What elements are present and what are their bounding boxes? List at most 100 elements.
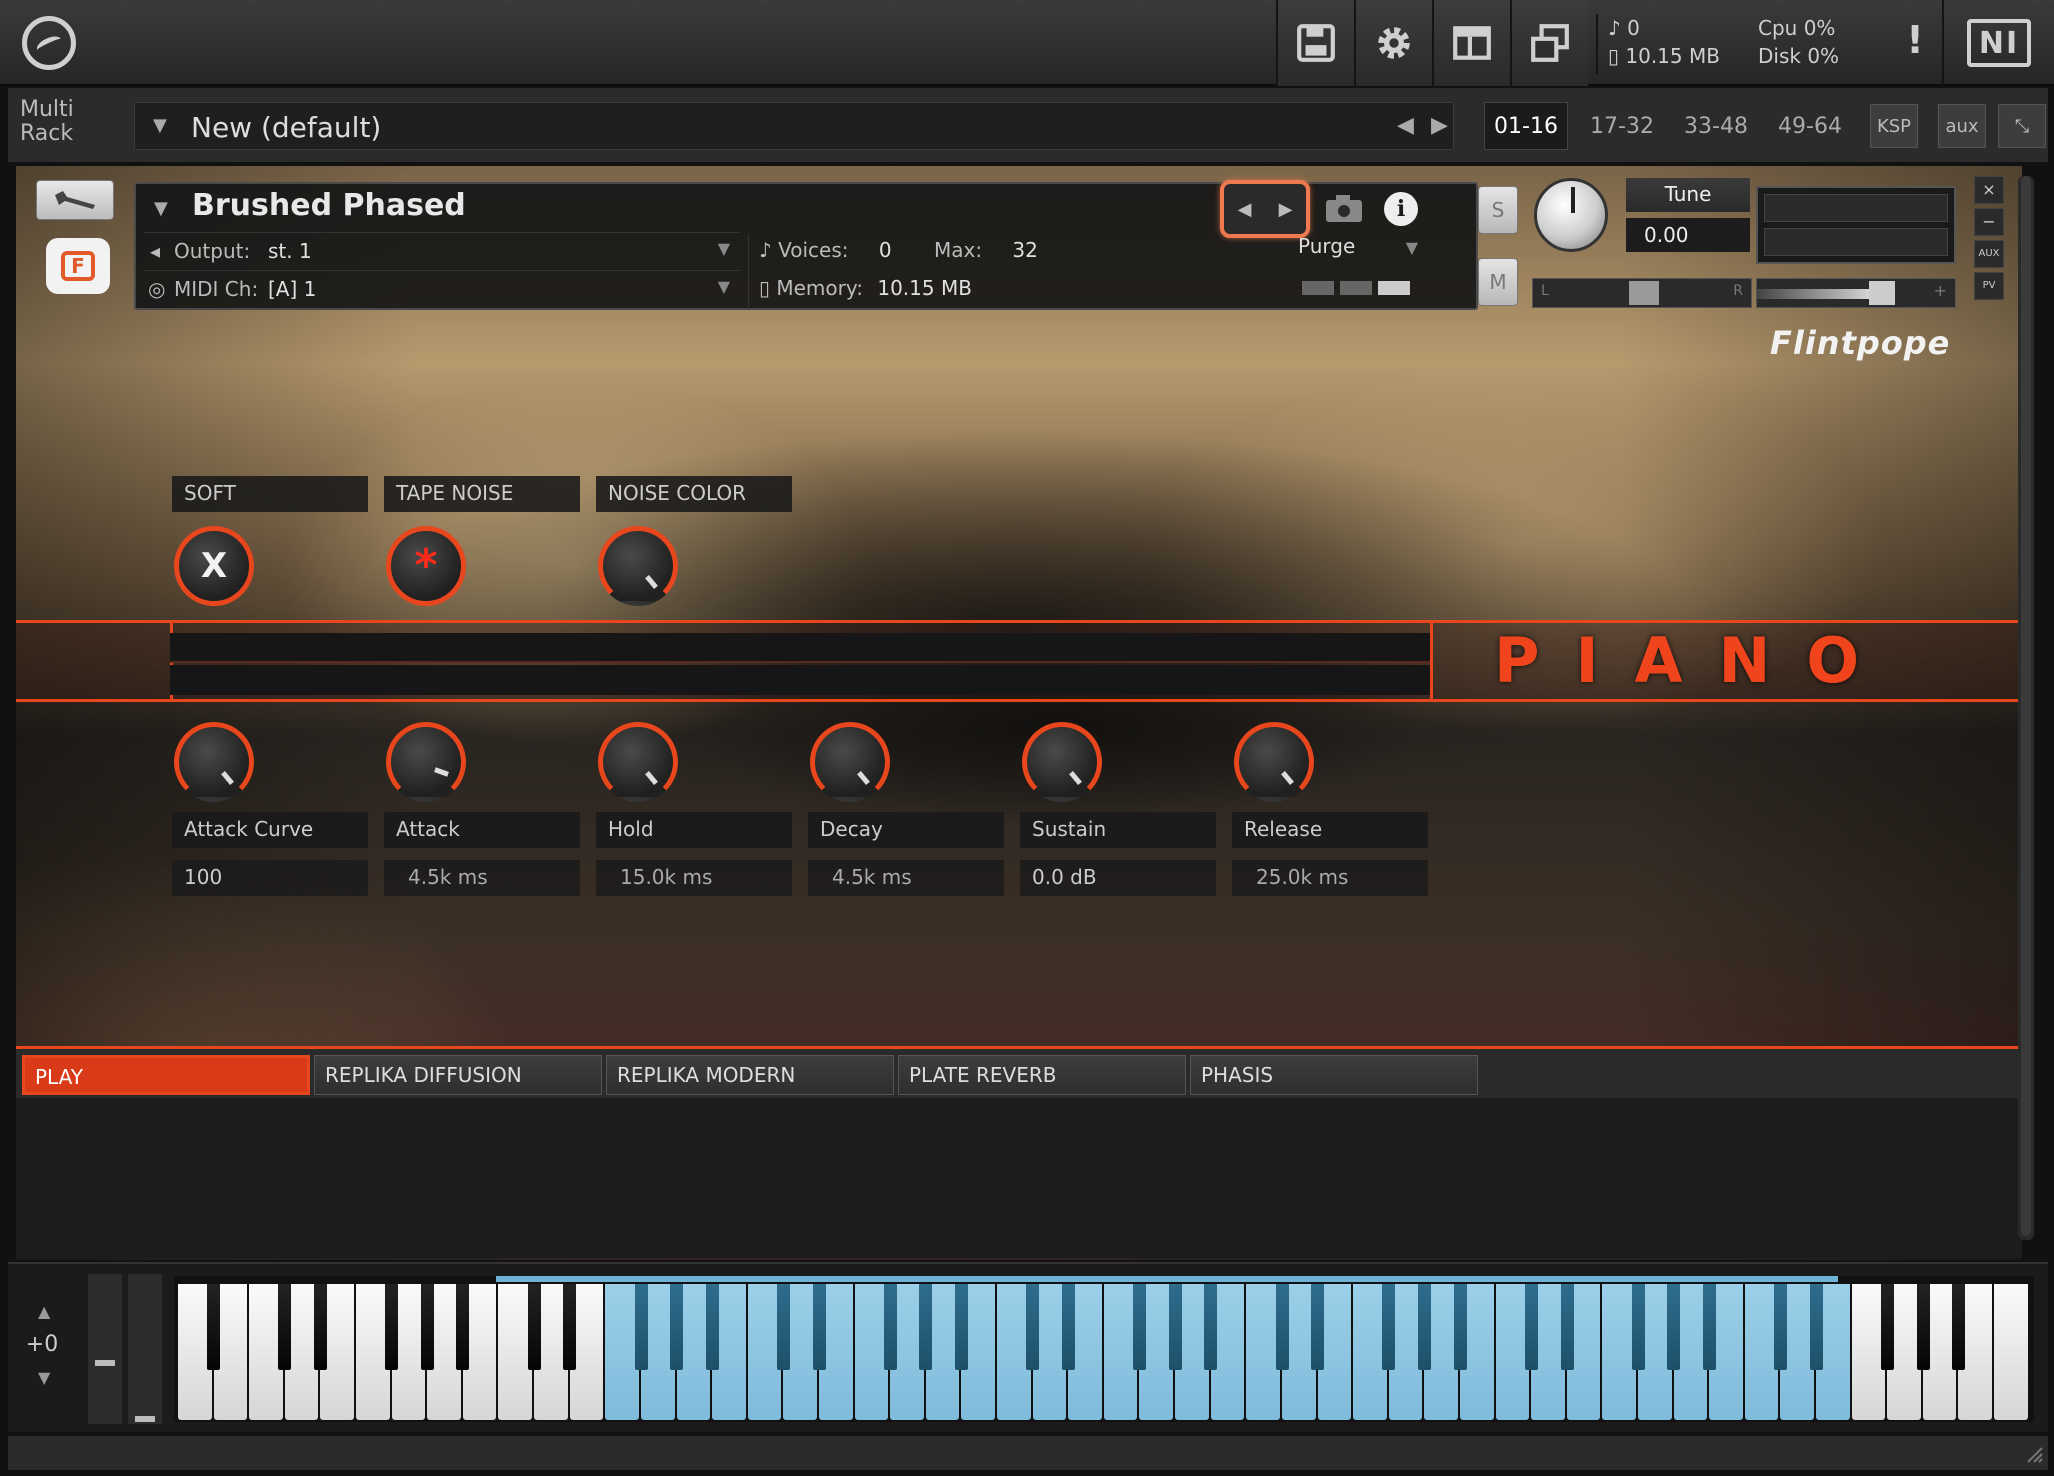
sustain-value[interactable]: 0.0 dB — [1020, 860, 1216, 896]
midi-channel-selector[interactable]: ◎ MIDI Ch: [A] 1 ▼ — [144, 270, 740, 306]
aux-sends-button[interactable]: AUX — [1974, 240, 2004, 268]
black-key[interactable] — [1026, 1284, 1040, 1370]
black-key[interactable] — [1204, 1284, 1218, 1370]
rack-scrollbar[interactable] — [2018, 176, 2034, 1240]
instrument-menu-arrow-icon[interactable]: ▼ — [154, 198, 168, 219]
white-key[interactable] — [1246, 1284, 1280, 1420]
purge-menu[interactable]: Purge ▼ — [1298, 234, 1426, 272]
black-key[interactable] — [919, 1284, 933, 1370]
black-key[interactable] — [1809, 1284, 1823, 1370]
octave-down-icon[interactable]: ▼ — [38, 1368, 50, 1387]
black-key[interactable] — [883, 1284, 897, 1370]
prev-preset-icon[interactable]: ◀ — [1397, 113, 1414, 138]
tape-noise-toggle[interactable]: * — [386, 526, 466, 606]
pan-slider[interactable]: L R — [1532, 278, 1752, 308]
black-key[interactable] — [1382, 1284, 1396, 1370]
warning-icon[interactable]: ! — [1900, 18, 1930, 68]
view-layout-button[interactable] — [1432, 0, 1510, 86]
instrument-nav-buttons[interactable]: ◀ ▶ — [1220, 180, 1310, 238]
black-key[interactable] — [456, 1284, 470, 1370]
black-key[interactable] — [1275, 1284, 1289, 1370]
volume-handle[interactable] — [1869, 281, 1895, 305]
mute-button[interactable]: M — [1478, 258, 1518, 306]
white-key[interactable] — [1994, 1284, 2028, 1420]
black-key[interactable] — [527, 1284, 541, 1370]
black-key[interactable] — [1881, 1284, 1895, 1370]
instrument-name[interactable]: Brushed Phased — [192, 188, 466, 223]
kontakt-logo-icon[interactable] — [22, 16, 76, 70]
black-key[interactable] — [670, 1284, 684, 1370]
page-17-32[interactable]: 17-32 — [1580, 102, 1664, 150]
decay-value[interactable]: 4.5k ms — [808, 860, 1004, 896]
collapse-icon[interactable]: ⤡ — [1998, 104, 2046, 148]
save-button[interactable] — [1276, 0, 1354, 86]
aux-button[interactable]: aux — [1938, 104, 1986, 148]
attack-curve-knob[interactable] — [174, 722, 254, 802]
tab-plate-reverb[interactable]: PLATE REVERB — [898, 1055, 1186, 1095]
black-key[interactable] — [1061, 1284, 1075, 1370]
sustain-knob[interactable] — [1022, 722, 1102, 802]
output-selector[interactable]: ◂ Output: st. 1 ▼ — [144, 232, 740, 268]
release-knob[interactable] — [1234, 722, 1314, 802]
options-button[interactable] — [1354, 0, 1432, 86]
black-key[interactable] — [634, 1284, 648, 1370]
black-key[interactable] — [812, 1284, 826, 1370]
attack-knob[interactable] — [386, 722, 466, 802]
black-key[interactable] — [1631, 1284, 1645, 1370]
black-key[interactable] — [705, 1284, 719, 1370]
tab-phasis[interactable]: PHASIS — [1190, 1055, 1478, 1095]
max-voices-value[interactable]: 32 — [1012, 238, 1037, 262]
black-key[interactable] — [563, 1284, 577, 1370]
attack-value[interactable]: 4.5k ms — [384, 860, 580, 896]
black-key[interactable] — [385, 1284, 399, 1370]
rack-mode[interactable]: Multi Rack — [20, 98, 74, 146]
white-key[interactable] — [1602, 1284, 1636, 1420]
page-49-64[interactable]: 49-64 — [1768, 102, 1852, 150]
page-33-48[interactable]: 33-48 — [1674, 102, 1758, 150]
release-value[interactable]: 25.0k ms — [1232, 860, 1428, 896]
black-key[interactable] — [1453, 1284, 1467, 1370]
info-icon[interactable]: i — [1384, 192, 1418, 226]
ni-button[interactable]: NI — [1942, 0, 2054, 86]
black-key[interactable] — [420, 1284, 434, 1370]
black-key[interactable] — [1168, 1284, 1182, 1370]
black-key[interactable] — [1667, 1284, 1681, 1370]
black-key[interactable] — [313, 1284, 327, 1370]
window-button[interactable] — [1510, 0, 1588, 86]
multi-preset-selector[interactable]: ▼ New (default) ◀ ▶ — [134, 102, 1454, 150]
solo-button[interactable]: S — [1478, 186, 1518, 234]
black-key[interactable] — [776, 1284, 790, 1370]
pitch-wheel[interactable] — [88, 1274, 122, 1424]
black-key[interactable] — [1524, 1284, 1538, 1370]
tune-value[interactable]: 0.00 — [1626, 218, 1750, 252]
black-key[interactable] — [1418, 1284, 1432, 1370]
noise-color-knob[interactable] — [598, 526, 678, 606]
pv-button[interactable]: PV — [1974, 272, 2004, 300]
mod-wheel[interactable] — [128, 1274, 162, 1424]
edit-instrument-button[interactable] — [36, 180, 114, 220]
black-key[interactable] — [1560, 1284, 1574, 1370]
page-01-16[interactable]: 01-16 — [1484, 102, 1568, 150]
hold-knob[interactable] — [598, 722, 678, 802]
scrollbar-thumb[interactable] — [2021, 176, 2031, 1236]
resize-grip-icon[interactable] — [2024, 1444, 2044, 1464]
black-key[interactable] — [278, 1284, 292, 1370]
black-key[interactable] — [1311, 1284, 1325, 1370]
soft-toggle[interactable]: X — [174, 526, 254, 606]
minimize-instrument-icon[interactable]: − — [1974, 208, 2004, 236]
snapshot-camera-icon[interactable] — [1322, 192, 1366, 228]
black-key[interactable] — [1916, 1284, 1930, 1370]
volume-slider[interactable]: − + — [1756, 278, 1956, 308]
close-instrument-icon[interactable]: × — [1974, 176, 2004, 204]
black-key[interactable] — [1774, 1284, 1788, 1370]
dropdown-arrow-icon[interactable]: ▼ — [153, 115, 167, 136]
piano-keyboard[interactable] — [174, 1276, 2034, 1422]
black-key[interactable] — [1952, 1284, 1966, 1370]
next-instrument-icon[interactable]: ▶ — [1279, 199, 1293, 220]
black-key[interactable] — [207, 1284, 221, 1370]
octave-up-icon[interactable]: ▲ — [38, 1302, 50, 1321]
tab-replika-modern[interactable]: REPLIKA MODERN — [606, 1055, 894, 1095]
hold-value[interactable]: 15.0k ms — [596, 860, 792, 896]
tab-replika-diffusion[interactable]: REPLIKA DIFFUSION — [314, 1055, 602, 1095]
tab-play[interactable]: PLAY — [22, 1055, 310, 1095]
